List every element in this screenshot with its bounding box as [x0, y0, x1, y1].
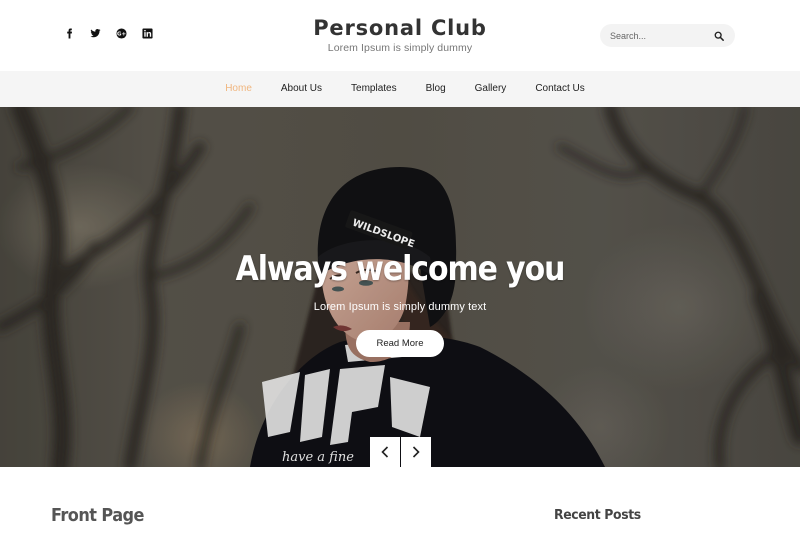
search-button[interactable]	[713, 30, 725, 42]
hero-title: Always welcome you	[235, 249, 566, 289]
social-links: G+	[56, 25, 160, 41]
facebook-icon	[66, 27, 72, 39]
nav-item-about-us[interactable]: About Us	[266, 71, 336, 107]
slider-prev-button[interactable]	[370, 437, 400, 467]
slider-next-button[interactable]	[401, 437, 431, 467]
hero-subtitle: Lorem Ipsum is simply dummy text	[313, 301, 487, 313]
search-box	[600, 24, 735, 47]
nav-item-templates[interactable]: Templates	[337, 71, 412, 107]
linkedin-link[interactable]	[134, 25, 160, 41]
recent-posts-title: Recent Posts	[554, 507, 641, 523]
svg-text:G+: G+	[116, 31, 126, 37]
search-input[interactable]	[610, 30, 710, 41]
main-nav: Home About Us Templates Blog Gallery Con…	[0, 71, 800, 107]
site-header: G+ Personal Club Lorem Ipsum is simply d…	[0, 0, 800, 71]
nav-item-gallery[interactable]: Gallery	[460, 71, 521, 107]
nav-item-blog[interactable]: Blog	[411, 71, 460, 107]
nav-item-contact-us[interactable]: Contact Us	[521, 71, 599, 107]
linkedin-icon	[141, 27, 153, 39]
google-plus-icon: G+	[115, 27, 127, 39]
hero-content: Always welcome you Lorem Ipsum is simply…	[0, 247, 800, 357]
twitter-link[interactable]	[82, 25, 108, 41]
site-tagline: Lorem Ipsum is simply dummy	[327, 42, 473, 54]
twitter-icon	[89, 28, 101, 37]
chevron-left-icon	[381, 446, 389, 458]
front-page-title: Front Page	[51, 506, 144, 526]
search-icon	[714, 31, 724, 41]
site-brand: Personal Club Lorem Ipsum is simply dumm…	[250, 15, 550, 54]
site-title[interactable]: Personal Club	[250, 15, 550, 41]
hero-slider: have a fine WILDSLOPE Always welcome you…	[0, 107, 800, 467]
nav-item-home[interactable]: Home	[211, 71, 267, 107]
read-more-button[interactable]: Read More	[356, 330, 444, 357]
facebook-link[interactable]	[56, 25, 82, 41]
google-plus-link[interactable]: G+	[108, 25, 134, 41]
chevron-right-icon	[412, 446, 420, 458]
